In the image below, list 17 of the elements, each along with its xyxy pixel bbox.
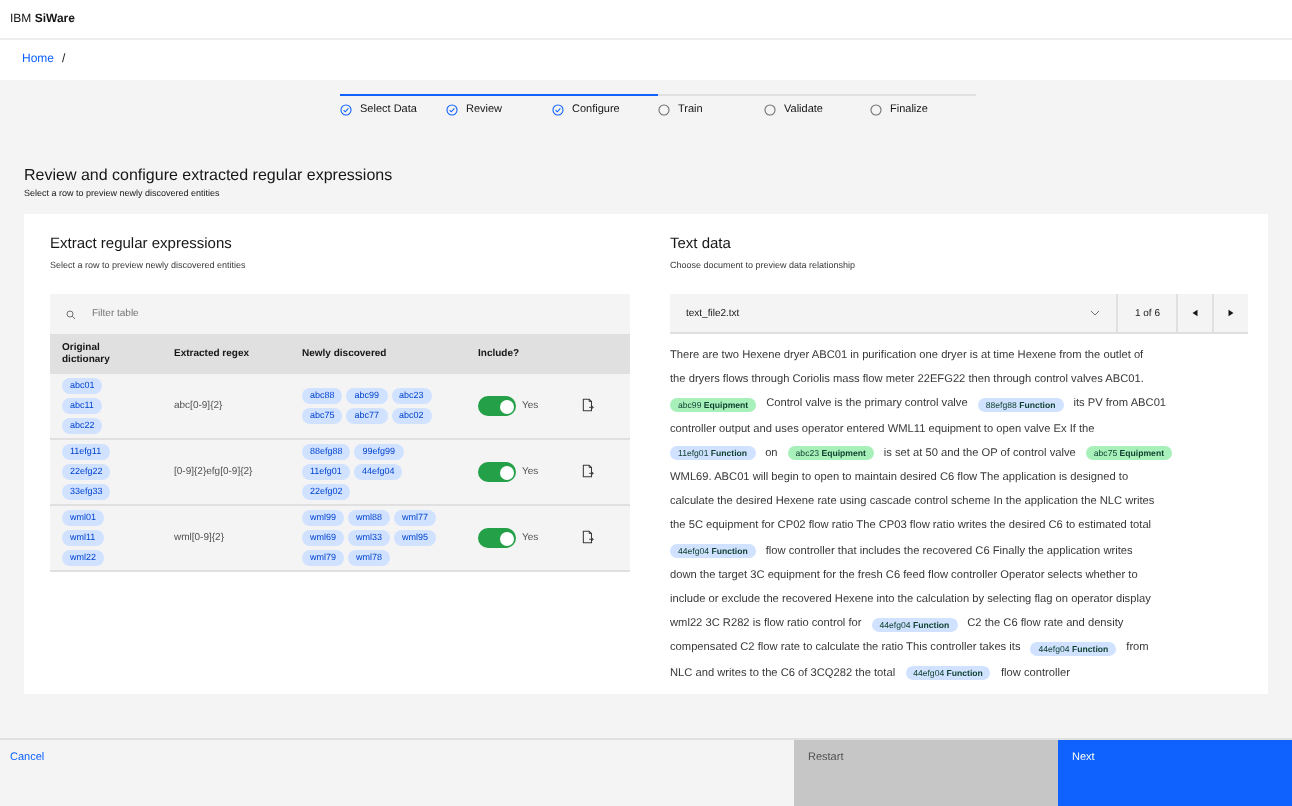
search-icon: [66, 309, 76, 319]
document-icon[interactable]: [582, 529, 594, 543]
caret-left-icon: [1190, 308, 1200, 318]
document-icon[interactable]: [582, 463, 594, 477]
checkmark-circle-icon: [552, 104, 564, 116]
checkmark-circle-icon: [446, 104, 458, 116]
caret-right-icon: [1226, 308, 1236, 318]
include-toggle[interactable]: [478, 462, 516, 482]
empty-circle-icon: [764, 104, 776, 116]
checkmark-circle-icon: [340, 104, 352, 116]
include-toggle[interactable]: [478, 396, 516, 416]
page-title: Review and configure extracted regular expressions: [24, 166, 395, 184]
empty-circle-icon: [870, 104, 882, 116]
empty-circle-icon: [658, 104, 670, 116]
document-icon[interactable]: [582, 397, 594, 411]
chevron-down-icon: [1090, 310, 1101, 316]
include-toggle[interactable]: [478, 528, 516, 548]
